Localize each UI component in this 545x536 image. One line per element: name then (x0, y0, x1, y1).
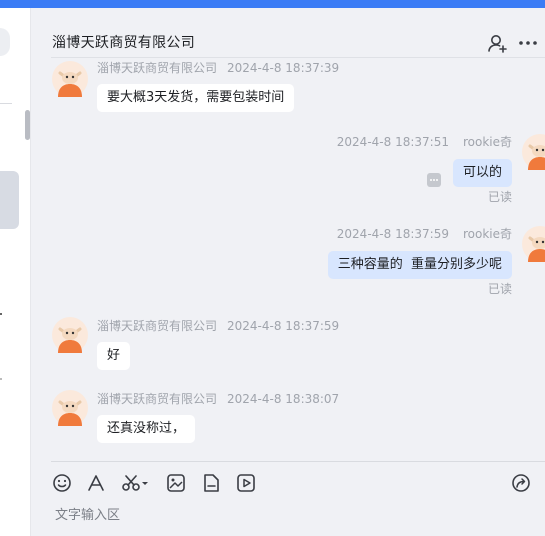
app-top-bar (0, 0, 545, 8)
sender-name: 淄博天跃商贸有限公司 (97, 61, 218, 75)
composer-divider (51, 461, 545, 462)
message-bubble[interactable]: 要大概3天发货，需要包装时间 (97, 84, 295, 112)
avatar-icon[interactable] (52, 61, 88, 97)
video-icon[interactable] (235, 472, 257, 494)
conversation-list-pane (0, 8, 31, 536)
search-box-edge[interactable] (0, 28, 10, 56)
message-timestamp: 2024-4-8 18:37:59 (227, 319, 340, 333)
message-timestamp: 2024-4-8 18:37:39 (227, 61, 340, 75)
message-timestamp: 2024-4-8 18:37:59 (336, 227, 449, 241)
emoji-icon[interactable] (51, 472, 73, 494)
more-icon[interactable] (517, 32, 539, 54)
message-bubble[interactable]: 三种容量的 重量分别多少呢 (327, 251, 512, 279)
avatar-icon[interactable] (52, 390, 88, 426)
sender-name: rookie奇 (462, 135, 512, 149)
message-more-icon[interactable] (427, 173, 441, 187)
list-item-edge (0, 378, 2, 380)
message-bubble[interactable]: 好 (97, 342, 131, 370)
scissors-icon[interactable] (120, 472, 150, 494)
message-timestamp: 2024-4-8 18:37:51 (336, 135, 449, 149)
font-icon[interactable] (85, 472, 107, 494)
list-divider (0, 103, 12, 104)
add-contact-icon[interactable] (486, 32, 508, 54)
message-meta: 淄博天跃商贸有限公司 2024-4-8 18:37:59 (97, 318, 339, 334)
sender-name: 淄博天跃商贸有限公司 (97, 319, 218, 333)
message-meta: 2024-4-8 18:37:51 rookie奇 (337, 134, 512, 150)
file-icon[interactable] (200, 472, 222, 494)
message-timestamp: 2024-4-8 18:38:07 (227, 392, 340, 406)
avatar-icon[interactable] (52, 317, 88, 353)
share-icon[interactable] (510, 472, 532, 494)
read-status: 已读 (487, 282, 512, 296)
chat-header: 淄博天跃商贸有限公司 (31, 8, 545, 58)
header-divider (51, 57, 545, 58)
sender-name: rookie奇 (462, 227, 512, 241)
message-bubble[interactable]: 可以的 (452, 159, 512, 187)
image-icon[interactable] (165, 472, 187, 494)
conversation-list-scrollbar[interactable] (25, 110, 30, 140)
message-meta: 2024-4-8 18:37:59 rookie奇 (337, 226, 512, 242)
avatar-icon[interactable] (522, 134, 545, 170)
message-meta: 淄博天跃商贸有限公司 2024-4-8 18:38:07 (97, 391, 339, 407)
message-bubble[interactable]: 还真没称过， (97, 415, 196, 443)
message-meta: 淄博天跃商贸有限公司 2024-4-8 18:37:39 (97, 60, 339, 76)
chat-title: 淄博天跃商贸有限公司 (52, 35, 195, 51)
list-item-edge (0, 313, 2, 315)
chat-panel: 淄博天跃商贸有限公司 淄博天跃商贸有限公司 2024-4-8 18:37:39 要… (31, 8, 545, 536)
avatar-icon[interactable] (522, 226, 545, 262)
message-input[interactable]: 文字输入区 (55, 508, 120, 524)
selected-conversation-item[interactable] (0, 171, 19, 229)
sender-name: 淄博天跃商贸有限公司 (97, 392, 218, 406)
read-status: 已读 (487, 190, 512, 204)
